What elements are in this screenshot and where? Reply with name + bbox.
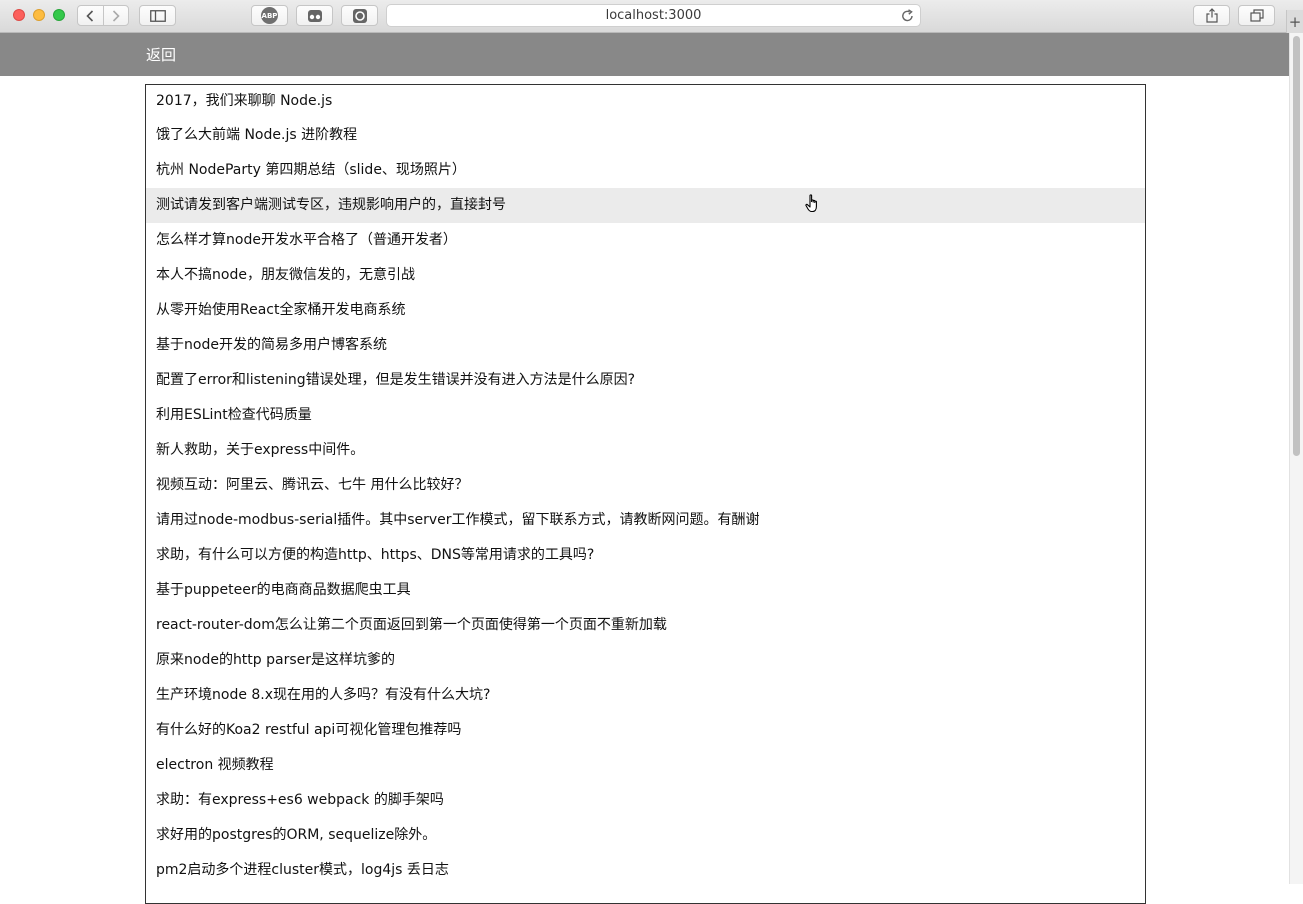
topic-item[interactable]: 2017，我们来聊聊 Node.js: [146, 85, 1145, 118]
topic-item[interactable]: 原来node的http parser是这样坑爹的: [146, 643, 1145, 678]
topic-item[interactable]: 测试请发到客户端测试专区，违规影响用户的，直接封号: [146, 188, 1145, 223]
vertical-scrollbar[interactable]: [1289, 33, 1303, 884]
pointer-hand-icon: [805, 194, 817, 213]
topic-item[interactable]: 基于puppeteer的电商商品数据爬虫工具: [146, 573, 1145, 608]
topic-item[interactable]: 基于node开发的简易多用户博客系统: [146, 328, 1145, 363]
topic-item[interactable]: 生产环境node 8.x现在用的人多吗？有没有什么大坑?: [146, 678, 1145, 713]
share-icon: [1205, 8, 1218, 23]
chevron-left-icon: [86, 9, 94, 22]
topic-item[interactable]: 利用ESLint检查代码质量: [146, 398, 1145, 433]
topic-list: 2017，我们来聊聊 Node.js 饿了么大前端 Node.js 进阶教程 杭州 …: [145, 84, 1146, 904]
glasses-icon: [307, 9, 322, 22]
topic-item[interactable]: 杭州 NodeParty 第四期总结（slide、现场照片）: [146, 153, 1145, 188]
plus-icon: +: [1288, 12, 1302, 31]
topic-item[interactable]: react-router-dom怎么让第二个页面返回到第一个页面使得第一个页面不…: [146, 608, 1145, 643]
scrollbar-thumb[interactable]: [1293, 36, 1300, 456]
adblock-plus-button[interactable]: ABP: [251, 5, 288, 26]
topic-item[interactable]: 求助，有什么可以方便的构造http、https、DNS等常用请求的工具吗?: [146, 538, 1145, 573]
sidebar-button[interactable]: [139, 5, 176, 26]
topic-item[interactable]: 新人救助，关于express中间件。: [146, 433, 1145, 468]
new-tab-button[interactable]: +: [1286, 10, 1303, 33]
reader-extension-button[interactable]: [296, 5, 333, 26]
topic-item[interactable]: 求好用的postgres的ORM, sequelize除外。: [146, 818, 1145, 853]
history-navigation: [77, 5, 129, 26]
topic-item[interactable]: electron 视频教程: [146, 748, 1145, 783]
topic-item[interactable]: 本人不搞node，朋友微信发的，无意引战: [146, 258, 1145, 293]
extension-button[interactable]: [341, 5, 378, 26]
topic-item[interactable]: 怎么样才算node开发水平合格了（普通开发者）: [146, 223, 1145, 258]
circle-extension-icon: [352, 8, 367, 23]
page-header: 返回: [0, 33, 1289, 76]
topic-item[interactable]: 配置了error和listening错误处理，但是发生错误并没有进入方法是什么原…: [146, 363, 1145, 398]
zoom-window-button[interactable]: [53, 9, 65, 21]
topic-item[interactable]: 视频互动：阿里云、腾讯云、七牛 用什么比较好？: [146, 468, 1145, 503]
adblock-plus-icon: ABP: [261, 7, 278, 24]
url-text: localhost:3000: [605, 8, 702, 23]
chevron-right-icon: [112, 9, 120, 22]
topic-item[interactable]: 请用过node-modbus-serial插件。其中server工作模式，留下联…: [146, 503, 1145, 538]
reload-icon[interactable]: [901, 9, 914, 23]
address-bar[interactable]: localhost:3000: [386, 4, 921, 27]
browser-toolbar: ABP localhost:3000 +: [0, 0, 1303, 33]
topic-item[interactable]: 求助：有express+es6 webpack 的脚手架吗: [146, 783, 1145, 818]
share-button[interactable]: [1193, 5, 1230, 26]
back-button[interactable]: [78, 6, 103, 25]
topic-item[interactable]: 从零开始使用React全家桶开发电商系统: [146, 293, 1145, 328]
sidebar-icon: [149, 9, 166, 22]
topic-item[interactable]: 有什么好的Koa2 restful api可视化管理包推荐吗: [146, 713, 1145, 748]
close-window-button[interactable]: [13, 9, 25, 21]
back-link[interactable]: 返回: [146, 44, 176, 65]
topic-item[interactable]: pm2启动多个进程cluster模式，log4js 丢日志: [146, 853, 1145, 888]
tab-overview-button[interactable]: [1238, 5, 1275, 26]
topic-item[interactable]: 饿了么大前端 Node.js 进阶教程: [146, 118, 1145, 153]
tabs-overview-icon: [1249, 9, 1264, 22]
minimize-window-button[interactable]: [33, 9, 45, 21]
forward-button[interactable]: [102, 6, 129, 25]
